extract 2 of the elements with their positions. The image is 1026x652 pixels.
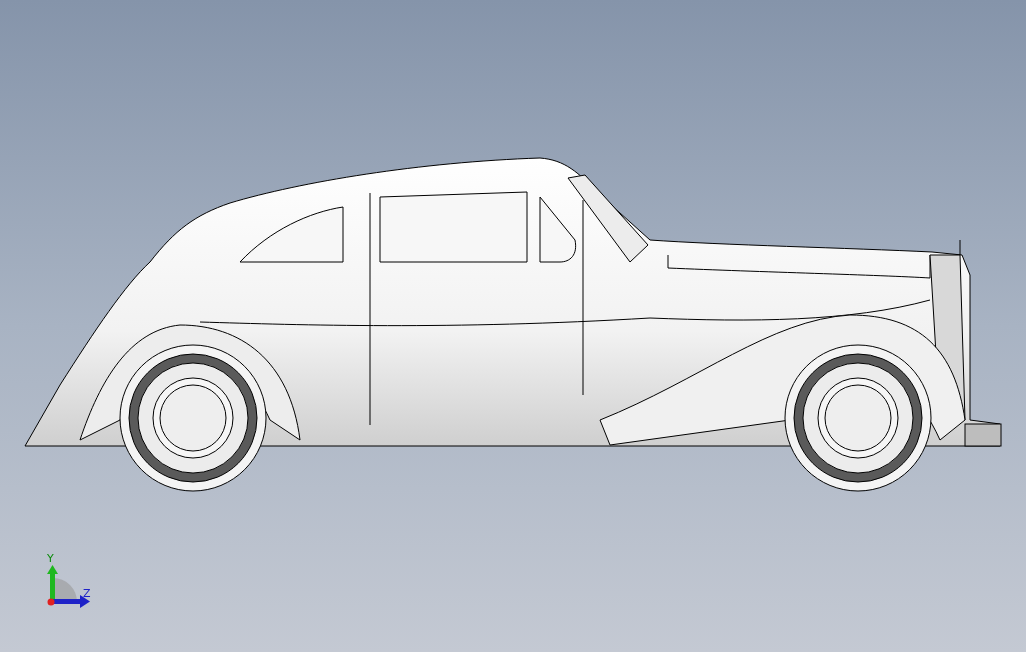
y-axis-label: Y <box>47 553 54 565</box>
z-axis-label: Z <box>83 588 91 600</box>
